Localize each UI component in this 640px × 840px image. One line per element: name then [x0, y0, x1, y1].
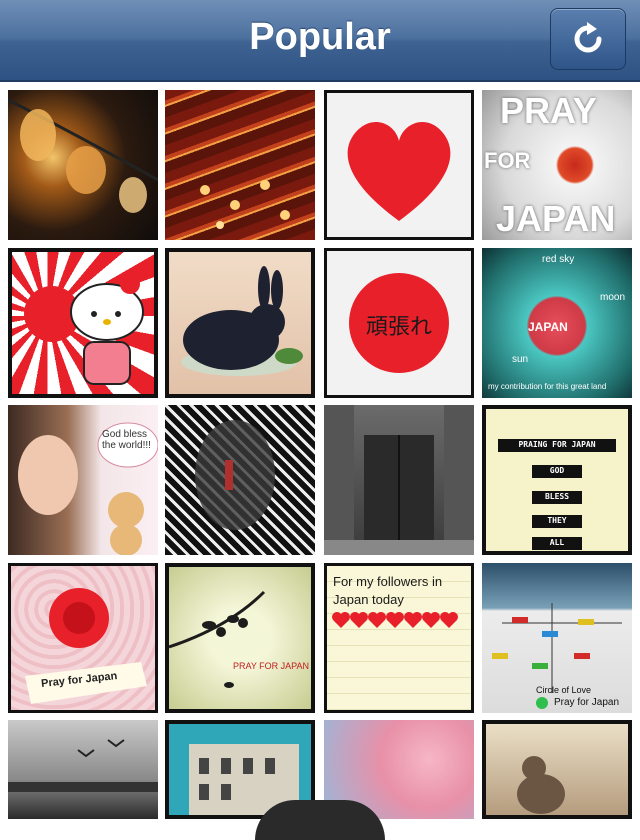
- photo-tile-hello-kitty[interactable]: [8, 248, 158, 398]
- tile-text: 頑張れ: [365, 315, 432, 340]
- photo-tile-rose[interactable]: Pray for Japan: [8, 563, 158, 713]
- tile-text: PRAY: [500, 90, 597, 131]
- tile-text: red sky: [542, 254, 575, 265]
- door-graphic: [324, 405, 474, 555]
- photo-tile-pray-daisy[interactable]: PRAY FOR JAPAN: [482, 90, 632, 240]
- bottom-tab-handle[interactable]: [255, 800, 385, 840]
- photo-tile-heart[interactable]: [324, 90, 474, 240]
- tile-text: PRAING FOR JAPAN: [518, 440, 596, 449]
- photo-tile-doorway[interactable]: [324, 405, 474, 555]
- page-title: Popular: [249, 16, 391, 58]
- tile-text: sun: [512, 354, 529, 365]
- kitty-graphic: [24, 274, 144, 385]
- figure-graphic: [195, 420, 275, 530]
- heart-graphic: [347, 121, 451, 221]
- photo-grid: PRAY FOR JAPAN 頑張れ red sky moon JAPAN su…: [0, 82, 640, 840]
- tile-text: THEY: [547, 516, 567, 525]
- tile-caption: Pray for Japan: [554, 697, 620, 708]
- tile-caption: my contribution for this great land: [488, 382, 607, 391]
- tile-text: ALL: [549, 538, 565, 547]
- rabbit-graphic: [181, 266, 303, 376]
- girl-bear-graphic: [18, 422, 158, 555]
- photo-tile-ganbare[interactable]: 頑張れ: [324, 248, 474, 398]
- photo-tile-bird[interactable]: [482, 720, 632, 819]
- tile-text: pra: [324, 760, 328, 804]
- tile-text: Japan today: [333, 592, 404, 607]
- navigation-bar: Popular: [0, 0, 640, 82]
- speech-bubble-text: God bless the world!!!: [102, 429, 151, 451]
- branch-graphic: [169, 590, 266, 688]
- tile-text: GOD: [549, 466, 565, 475]
- hearts-row-graphic: [332, 612, 458, 628]
- tile-caption: Circle of Love: [536, 685, 592, 695]
- photo-tile-candles[interactable]: [165, 90, 315, 240]
- tile-text: moon: [600, 292, 626, 303]
- tile-text: JAPAN: [528, 320, 568, 334]
- photo-tile-followers-note[interactable]: For my followers in Japan today: [324, 563, 474, 713]
- photo-tile-japan-moon[interactable]: red sky moon JAPAN sun my contribution f…: [482, 248, 632, 398]
- photo-tile-lights[interactable]: [8, 90, 158, 240]
- photo-tile-circle-of-love[interactable]: Circle of Love Pray for Japan: [482, 563, 632, 713]
- gulls-graphic: [8, 739, 158, 792]
- lantern-string-graphic: [8, 98, 158, 213]
- tile-text: FOR: [484, 148, 531, 173]
- photo-tile-rabbit[interactable]: [165, 248, 315, 398]
- tile-text: JAPAN: [496, 198, 616, 239]
- photo-tile-gingham[interactable]: [165, 405, 315, 555]
- photo-tile-birds-branch[interactable]: PRAY FOR JAPAN: [165, 563, 315, 713]
- refresh-icon: [574, 22, 602, 53]
- bird-graphic: [517, 756, 565, 814]
- tile-text: BLESS: [544, 492, 570, 501]
- photo-tile-label-tape[interactable]: PRAING FOR JAPAN GOD BLESS THEY ALL: [482, 405, 632, 555]
- tile-text: For my followers in: [333, 574, 443, 589]
- tile-caption: PRAY FOR JAPAN: [233, 661, 310, 671]
- photo-tile-gulls[interactable]: [8, 720, 158, 819]
- candle-flames-graphic: [200, 180, 290, 229]
- photo-tile-girl-bear[interactable]: God bless the world!!!: [8, 405, 158, 555]
- rose-graphic: [25, 588, 147, 704]
- refresh-button[interactable]: [550, 8, 626, 70]
